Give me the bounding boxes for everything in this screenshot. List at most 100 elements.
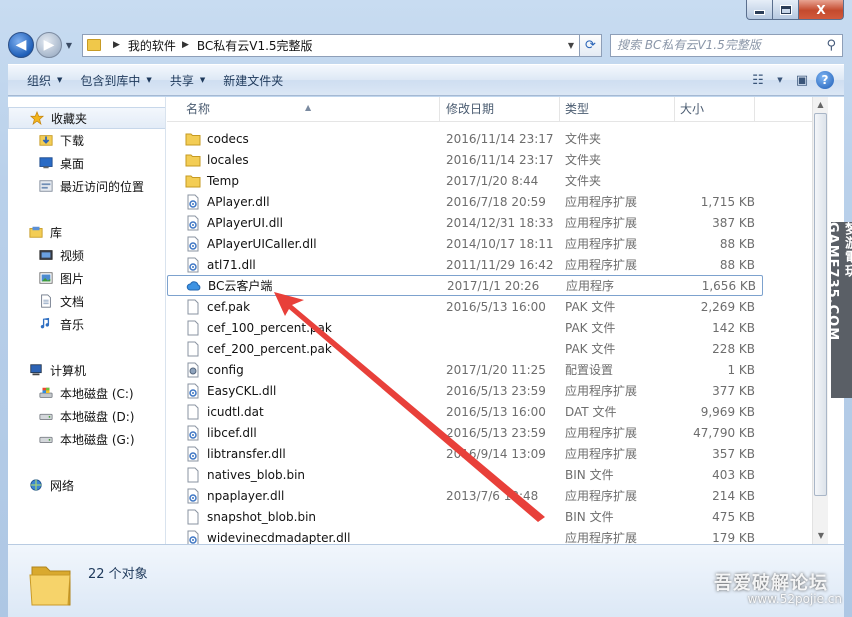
dll-icon — [185, 194, 201, 210]
scroll-down-icon[interactable]: ▼ — [813, 528, 828, 544]
nav-recent[interactable]: 最近访问的位置 — [8, 175, 165, 197]
maximize-button[interactable] — [773, 0, 799, 20]
file-name-cell: cef.pak — [167, 299, 440, 315]
file-row[interactable]: Temp 2017/1/20 8:44 文件夹 — [167, 170, 763, 191]
file-type: 应用程序扩展 — [565, 426, 638, 440]
new-folder-button[interactable]: 新建文件夹 — [214, 68, 292, 92]
close-button[interactable]: X — [799, 0, 844, 20]
nav-computer[interactable]: 计算机 — [8, 359, 165, 381]
file-row[interactable]: codecs 2016/11/14 23:17 文件夹 — [167, 128, 763, 149]
file-date: 2017/1/20 8:44 — [446, 173, 539, 188]
file-type: 文件夹 — [565, 132, 602, 146]
breadcrumb-current-folder[interactable]: BC私有云V1.5完整版 — [197, 37, 313, 54]
nav-desktop-label: 桌面 — [60, 156, 85, 171]
nav-pictures[interactable]: 图片 — [8, 267, 165, 289]
help-icon[interactable]: ? — [816, 71, 834, 89]
search-box[interactable]: ⚲ — [610, 33, 843, 57]
file-type: 文件夹 — [565, 153, 602, 167]
chevron-down-icon: ▼ — [199, 76, 206, 84]
file-date: 2016/5/13 16:00 — [446, 299, 546, 314]
breadcrumb-my-software[interactable]: 我的软件 — [128, 37, 176, 54]
file-row[interactable]: libcef.dll 2016/5/13 23:59 应用程序扩展 47,790 KB — [167, 422, 763, 443]
address-bar[interactable]: ▶ 我的软件 ▶ BC私有云V1.5完整版 ▼ — [82, 33, 580, 57]
file-row[interactable]: natives_blob.bin BIN 文件 403 KB — [167, 464, 763, 485]
file-name: npaplayer.dll — [207, 488, 285, 503]
file-type: 配置设置 — [565, 363, 614, 377]
file-row[interactable]: widevinecdmadapter.dll 应用程序扩展 179 KB — [167, 527, 763, 544]
column-header-size[interactable]: 大小 — [675, 97, 755, 122]
file-name-cell: codecs — [167, 131, 440, 147]
file-row[interactable]: APlayerUICaller.dll 2014/10/17 18:11 应用程序扩… — [167, 233, 763, 254]
nav-favorites[interactable]: 收藏夹 — [8, 107, 165, 129]
scroll-up-icon[interactable]: ▲ — [813, 97, 828, 113]
dll-icon — [185, 236, 201, 252]
organize-button[interactable]: 组织 ▼ — [18, 68, 71, 92]
file-row[interactable]: cef_100_percent.pak PAK 文件 142 KB — [167, 317, 763, 338]
main-content: 收藏夹 下载 桌面 最近访问的位置 库 视频 图片 文档 音乐 计算机 本地磁盘… — [8, 97, 844, 544]
column-header-name[interactable]: ▲ 名称 — [167, 97, 440, 122]
nav-network[interactable]: 网络 — [8, 474, 165, 496]
file-row[interactable]: locales 2016/11/14 23:17 文件夹 — [167, 149, 763, 170]
nav-videos[interactable]: 视频 — [8, 244, 165, 266]
file-date: 2014/10/17 18:11 — [446, 236, 554, 251]
include-in-library-button[interactable]: 包含到库中 ▼ — [71, 68, 160, 92]
file-name-cell: icudtl.dat — [167, 404, 440, 420]
nav-drive-d[interactable]: 本地磁盘 (D:) — [8, 405, 165, 427]
column-header-date[interactable]: 修改日期 — [440, 97, 560, 122]
recent-pages-dropdown[interactable]: ▼ — [62, 41, 76, 50]
share-button[interactable]: 共享 ▼ — [161, 68, 214, 92]
file-row[interactable]: cef.pak 2016/5/13 16:00 PAK 文件 2,269 KB — [167, 296, 763, 317]
nav-downloads-label: 下载 — [60, 133, 85, 148]
file-row[interactable]: icudtl.dat 2016/5/13 16:00 DAT 文件 9,969 KB — [167, 401, 763, 422]
nav-music[interactable]: 音乐 — [8, 313, 165, 335]
file-name: cef.pak — [207, 299, 251, 314]
back-button[interactable]: ◀ — [8, 32, 34, 58]
file-type: BIN 文件 — [565, 510, 614, 524]
view-options-icon[interactable]: ☷ — [744, 68, 772, 92]
file-date: 2013/7/6 13:48 — [446, 488, 539, 503]
nav-documents[interactable]: 文档 — [8, 290, 165, 312]
downloads-folder-icon — [39, 135, 53, 146]
file-row[interactable]: libtransfer.dll 2016/9/14 13:09 应用程序扩展 357 … — [167, 443, 763, 464]
file-name-cell: locales — [167, 152, 440, 168]
file-type: 应用程序扩展 — [565, 447, 638, 461]
view-dropdown-icon[interactable]: ▼ — [772, 68, 788, 92]
nav-downloads[interactable]: 下载 — [8, 129, 165, 151]
document-icon — [41, 294, 51, 308]
preview-pane-icon[interactable]: ▣ — [788, 68, 816, 92]
file-row[interactable]: cef_200_percent.pak PAK 文件 228 KB — [167, 338, 763, 359]
file-size: 179 KB — [712, 530, 755, 545]
column-header-type[interactable]: 类型 — [560, 97, 675, 122]
file-row[interactable]: npaplayer.dll 2013/7/6 13:48 应用程序扩展 214 KB — [167, 485, 763, 506]
cloud-app-icon — [186, 278, 202, 294]
file-icon — [185, 509, 201, 525]
file-type: BIN 文件 — [565, 468, 614, 482]
file-row[interactable]: EasyCKL.dll 2016/5/13 23:59 应用程序扩展 377 KB — [167, 380, 763, 401]
file-row[interactable]: APlayer.dll 2016/7/18 20:59 应用程序扩展 1,715 KB — [167, 191, 763, 212]
nav-drive-g[interactable]: 本地磁盘 (G:) — [8, 428, 165, 450]
nav-libraries[interactable]: 库 — [8, 221, 165, 243]
file-name-cell: snapshot_blob.bin — [167, 509, 440, 525]
forward-button[interactable]: ▶ — [36, 32, 62, 58]
drive-icon — [39, 436, 53, 443]
nav-desktop[interactable]: 桌面 — [8, 152, 165, 174]
search-input[interactable] — [617, 38, 827, 52]
breadcrumb-chevron-icon[interactable]: ▶ — [182, 40, 189, 50]
file-row[interactable]: APlayerUI.dll 2014/12/31 18:33 应用程序扩展 387 K… — [167, 212, 763, 233]
file-row[interactable]: snapshot_blob.bin BIN 文件 475 KB — [167, 506, 763, 527]
refresh-button[interactable]: ⟳ — [580, 33, 602, 57]
nav-drive-c[interactable]: 本地磁盘 (C:) — [8, 382, 165, 404]
minimize-button[interactable] — [746, 0, 773, 20]
address-dropdown-icon[interactable]: ▼ — [563, 41, 579, 50]
file-row[interactable]: config 2017/1/20 11:25 配置设置 1 KB — [167, 359, 763, 380]
watermark-side: 梦游電玩 GAME735.COM — [825, 222, 852, 398]
search-icon[interactable]: ⚲ — [826, 38, 836, 53]
include-in-library-label: 包含到库中 — [80, 73, 141, 88]
breadcrumb-chevron-icon[interactable]: ▶ — [113, 40, 120, 50]
file-icon — [185, 467, 201, 483]
file-name: codecs — [207, 131, 249, 146]
file-name: APlayerUICaller.dll — [207, 236, 317, 251]
file-row[interactable]: BC云客户端 2017/1/1 20:26 应用程序 1,656 KB — [167, 275, 763, 296]
file-row[interactable]: atl71.dll 2011/11/29 16:42 应用程序扩展 88 KB — [167, 254, 763, 275]
file-name: libcef.dll — [207, 425, 257, 440]
